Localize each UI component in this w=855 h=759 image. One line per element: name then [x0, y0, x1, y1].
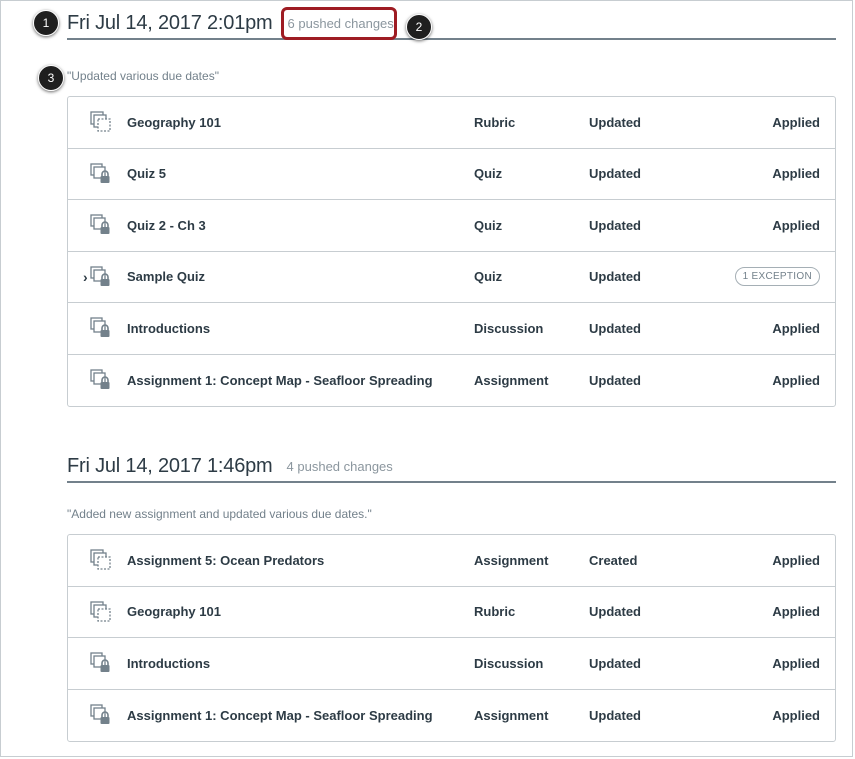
- item-status: Applied: [772, 372, 820, 388]
- item-status: Applied: [772, 166, 820, 182]
- sync-date: Fri Jul 14, 2017 2:01pm: [67, 11, 273, 34]
- item-type: Assignment: [474, 372, 549, 388]
- item-name[interactable]: Quiz 2 - Ch 3: [127, 200, 206, 251]
- item-change: Updated: [589, 217, 641, 233]
- item-name[interactable]: Sample Quiz: [127, 252, 205, 303]
- item-name[interactable]: Geography 101: [127, 97, 221, 148]
- rubric-icon: [90, 587, 114, 638]
- locked-content-icon: [90, 303, 114, 354]
- item-type: Rubric: [474, 604, 516, 620]
- item-type: Quiz: [474, 166, 503, 182]
- item-name[interactable]: Introductions: [127, 303, 210, 354]
- sync-date: Fri Jul 14, 2017 1:46pm: [67, 454, 273, 477]
- table-row[interactable]: Geography 101 Rubric Updated Applied: [68, 587, 835, 638]
- item-type: Quiz: [474, 217, 503, 233]
- changes-table: Assignment 5: Ocean Predators Assignment…: [67, 534, 836, 742]
- table-row[interactable]: › Sample Quiz Quiz Updated 1 EXCEPTION: [68, 252, 835, 303]
- item-change: Updated: [589, 372, 641, 388]
- table-row[interactable]: Introductions Discussion Updated Applied: [68, 638, 835, 690]
- item-status: Applied: [772, 552, 820, 568]
- item-name[interactable]: Assignment 5: Ocean Predators: [127, 535, 324, 586]
- item-change: Updated: [589, 269, 641, 285]
- locked-content-icon: [90, 355, 114, 407]
- item-change: Updated: [589, 114, 641, 130]
- item-name[interactable]: Assignment 1: Concept Map - Seafloor Spr…: [127, 690, 433, 742]
- table-row[interactable]: Assignment 1: Concept Map - Seafloor Spr…: [68, 690, 835, 742]
- callout-1: 1: [33, 10, 59, 36]
- item-status: Applied: [772, 655, 820, 671]
- item-change: Created: [589, 552, 638, 568]
- table-row[interactable]: Assignment 1: Concept Map - Seafloor Spr…: [68, 355, 835, 407]
- item-status: Applied: [772, 320, 820, 336]
- rubric-icon: [90, 97, 114, 148]
- callout-3: 3: [38, 65, 64, 91]
- item-status: Applied: [772, 707, 820, 723]
- item-name[interactable]: Geography 101: [127, 587, 221, 638]
- item-type: Quiz: [474, 269, 503, 285]
- callout-2: 2: [406, 14, 432, 40]
- expand-chevron-icon[interactable]: ›: [83, 252, 88, 303]
- unlocked-content-icon: [90, 535, 114, 586]
- item-change: Updated: [589, 320, 641, 336]
- locked-content-icon: [90, 149, 114, 200]
- item-status: Applied: [772, 604, 820, 620]
- item-status: 1 EXCEPTION: [734, 252, 820, 303]
- locked-content-icon: [90, 200, 114, 251]
- item-type: Assignment: [474, 707, 549, 723]
- item-name[interactable]: Quiz 5: [127, 149, 166, 200]
- item-type: Discussion: [474, 655, 544, 671]
- locked-content-icon: [90, 252, 114, 303]
- item-change: Updated: [589, 655, 641, 671]
- locked-content-icon: [90, 638, 114, 689]
- table-row[interactable]: Quiz 2 - Ch 3 Quiz Updated Applied: [68, 200, 835, 252]
- table-row[interactable]: Assignment 5: Ocean Predators Assignment…: [68, 535, 835, 587]
- item-change: Updated: [589, 604, 641, 620]
- changes-table: Geography 101 Rubric Updated Applied Qui…: [67, 96, 836, 407]
- pushed-changes-count: 4 pushed changes: [286, 458, 393, 474]
- item-name[interactable]: Introductions: [127, 638, 210, 689]
- item-type: Assignment: [474, 552, 549, 568]
- sync-header: Fri Jul 14, 2017 2:01pm 6 pushed changes: [67, 8, 836, 40]
- exception-badge[interactable]: 1 EXCEPTION: [734, 267, 820, 287]
- item-type: Rubric: [474, 114, 516, 130]
- item-status: Applied: [772, 217, 820, 233]
- sync-header: Fri Jul 14, 2017 1:46pm 4 pushed changes: [67, 451, 836, 483]
- item-name[interactable]: Assignment 1: Concept Map - Seafloor Spr…: [127, 355, 433, 407]
- item-status: Applied: [772, 114, 820, 130]
- item-type: Discussion: [474, 320, 544, 336]
- table-row[interactable]: Geography 101 Rubric Updated Applied: [68, 97, 835, 149]
- sync-history-panel: Fri Jul 14, 2017 2:01pm 6 pushed changes…: [0, 0, 853, 757]
- table-row[interactable]: Introductions Discussion Updated Applied: [68, 303, 835, 355]
- pushed-changes-highlight: [281, 7, 397, 40]
- sync-message: "Updated various due dates": [67, 69, 219, 83]
- sync-message: "Added new assignment and updated variou…: [67, 507, 372, 521]
- item-change: Updated: [589, 707, 641, 723]
- locked-content-icon: [90, 690, 114, 742]
- table-row[interactable]: Quiz 5 Quiz Updated Applied: [68, 149, 835, 200]
- item-change: Updated: [589, 166, 641, 182]
